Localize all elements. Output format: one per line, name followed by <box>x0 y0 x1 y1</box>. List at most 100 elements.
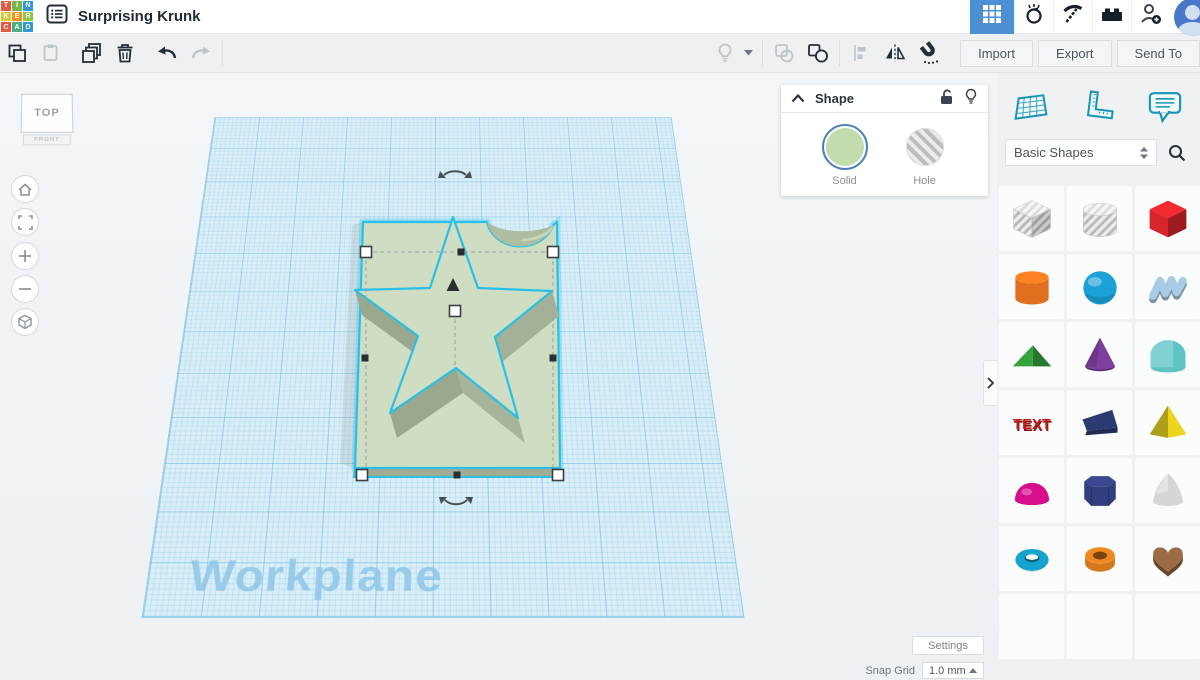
duplicate-button[interactable] <box>74 38 108 68</box>
view-3d-button[interactable] <box>970 0 1014 34</box>
mirror-button[interactable] <box>878 38 912 68</box>
shape-tile-cone[interactable] <box>1067 322 1132 387</box>
svg-text:TEXT: TEXT <box>1013 417 1051 433</box>
solid-mode-button[interactable]: Solid <box>822 124 868 187</box>
shape-tile-round-roof[interactable] <box>1135 322 1200 387</box>
snap-grid-control: Snap Grid 1.0 mm <box>865 662 984 679</box>
view-cube-front-face[interactable]: FRONT <box>23 135 71 146</box>
hole-label: Hole <box>913 175 936 187</box>
shape-tile-sphere[interactable] <box>1067 254 1132 319</box>
solid-swatch <box>826 128 864 166</box>
logo-tile-N: N <box>23 1 33 11</box>
send-to-button[interactable]: Send To <box>1117 40 1200 67</box>
view-cube[interactable]: TOP FRONT <box>16 91 78 153</box>
helper-icons-row <box>997 73 1200 133</box>
bricks-export-button[interactable] <box>1092 0 1131 34</box>
shape-inspector: Shape Solid Hole <box>781 85 988 196</box>
shape-tile-box-hole[interactable] <box>999 186 1064 251</box>
lock-icon[interactable] <box>938 88 954 110</box>
logo-tile-T: T <box>1 1 11 11</box>
falling-apple-icon <box>1023 3 1045 30</box>
shape-tile-polygon[interactable] <box>1067 458 1132 523</box>
logo-tile-A: A <box>12 22 22 32</box>
show-all-dropdown[interactable] <box>738 38 758 68</box>
header: TINKERCAD Surprising Krunk <box>0 0 1200 34</box>
inspector-title: Shape <box>815 91 854 106</box>
shape-tile-partial[interactable] <box>1067 594 1132 659</box>
tinkercad-logo[interactable]: TINKERCAD <box>0 0 34 33</box>
shape-tile-text[interactable]: TEXTTEXT <box>999 390 1064 455</box>
zoom-out-button[interactable] <box>11 275 39 303</box>
design-menu-button[interactable] <box>44 4 70 30</box>
shape-tile-heart[interactable] <box>1135 526 1200 591</box>
show-all-button[interactable] <box>712 38 738 68</box>
shape-tile-paraboloid[interactable] <box>1135 458 1200 523</box>
shape-tile-partial[interactable] <box>999 594 1064 659</box>
copy-button[interactable] <box>0 38 34 68</box>
group-button[interactable] <box>767 38 801 68</box>
shape-tile-torus[interactable] <box>999 526 1064 591</box>
header-view-switcher <box>970 0 1200 34</box>
shape-tile-tube[interactable] <box>1067 526 1132 591</box>
shape-tile-pyramid[interactable] <box>1135 390 1200 455</box>
fit-view-button[interactable] <box>11 208 39 236</box>
inspector-header: Shape <box>781 85 988 113</box>
hole-mode-button[interactable]: Hole <box>902 124 948 187</box>
workplane-helper-button[interactable] <box>997 81 1064 133</box>
shape-tile-half-sphere[interactable] <box>999 458 1064 523</box>
workplane-icon <box>1011 91 1051 123</box>
logo-tile-E: E <box>12 12 22 22</box>
shape-tile-box[interactable] <box>1135 186 1200 251</box>
toolbar: Import Export Send To <box>0 34 1200 73</box>
minecraft-export-button[interactable] <box>1053 0 1092 34</box>
add-collaborator-button[interactable] <box>1131 0 1170 34</box>
shapes-panel: Basic Shapes TEXTTEXT <box>997 73 1200 680</box>
undo-button[interactable] <box>150 38 184 68</box>
chevron-right-icon <box>987 377 994 389</box>
category-select[interactable]: Basic Shapes <box>1005 139 1157 166</box>
toolbar-divider <box>762 40 763 66</box>
category-value: Basic Shapes <box>1014 145 1094 160</box>
search-button[interactable] <box>1164 139 1190 166</box>
view-cube-top-face[interactable]: TOP <box>21 94 74 133</box>
import-button[interactable]: Import <box>960 40 1033 67</box>
notes-helper-button[interactable] <box>1131 81 1198 133</box>
paste-button[interactable] <box>34 38 68 68</box>
panel-collapse-button[interactable] <box>983 360 997 406</box>
visibility-bulb-icon[interactable] <box>964 88 978 110</box>
design-canvas[interactable]: Workplane <box>0 73 997 680</box>
align-button[interactable] <box>844 38 878 68</box>
shape-tile-scribble[interactable] <box>1135 254 1200 319</box>
shape-tile-cylinder-hole[interactable] <box>1067 186 1132 251</box>
home-view-button[interactable] <box>11 175 39 203</box>
pickaxe-icon <box>1062 3 1084 30</box>
logo-tile-C: C <box>1 22 11 32</box>
user-avatar[interactable] <box>1174 0 1200 36</box>
solid-label: Solid <box>832 175 856 187</box>
sim-lab-button[interactable] <box>1014 0 1053 34</box>
snap-magnet-button[interactable] <box>912 38 946 68</box>
shape-tile-partial[interactable] <box>1135 594 1200 659</box>
collapse-chevron-icon[interactable] <box>791 90 805 108</box>
avatar-head <box>1185 5 1200 20</box>
shape-tile-cylinder[interactable] <box>999 254 1064 319</box>
workplane-label: Workplane <box>186 551 442 602</box>
shape-tile-wedge[interactable] <box>1067 390 1132 455</box>
ungroup-button[interactable] <box>801 38 835 68</box>
zoom-in-button[interactable] <box>11 242 39 270</box>
select-arrows-icon <box>1140 147 1148 159</box>
category-row: Basic Shapes <box>997 133 1200 166</box>
inspector-body: Solid Hole <box>781 113 988 187</box>
logo-tile-K: K <box>1 12 11 22</box>
redo-button[interactable] <box>184 38 218 68</box>
ruler-helper-button[interactable] <box>1064 81 1131 133</box>
snap-grid-label: Snap Grid <box>865 665 915 677</box>
tinkercad-app: TINKERCAD Surprising Krunk <box>0 0 1200 680</box>
delete-button[interactable] <box>108 38 142 68</box>
shape-tile-roof[interactable] <box>999 322 1064 387</box>
settings-button[interactable]: Settings <box>912 636 984 655</box>
brick-icon <box>1100 4 1124 29</box>
snap-grid-select[interactable]: 1.0 mm <box>922 662 984 679</box>
perspective-toggle-button[interactable] <box>11 308 39 336</box>
export-button[interactable]: Export <box>1038 40 1112 67</box>
